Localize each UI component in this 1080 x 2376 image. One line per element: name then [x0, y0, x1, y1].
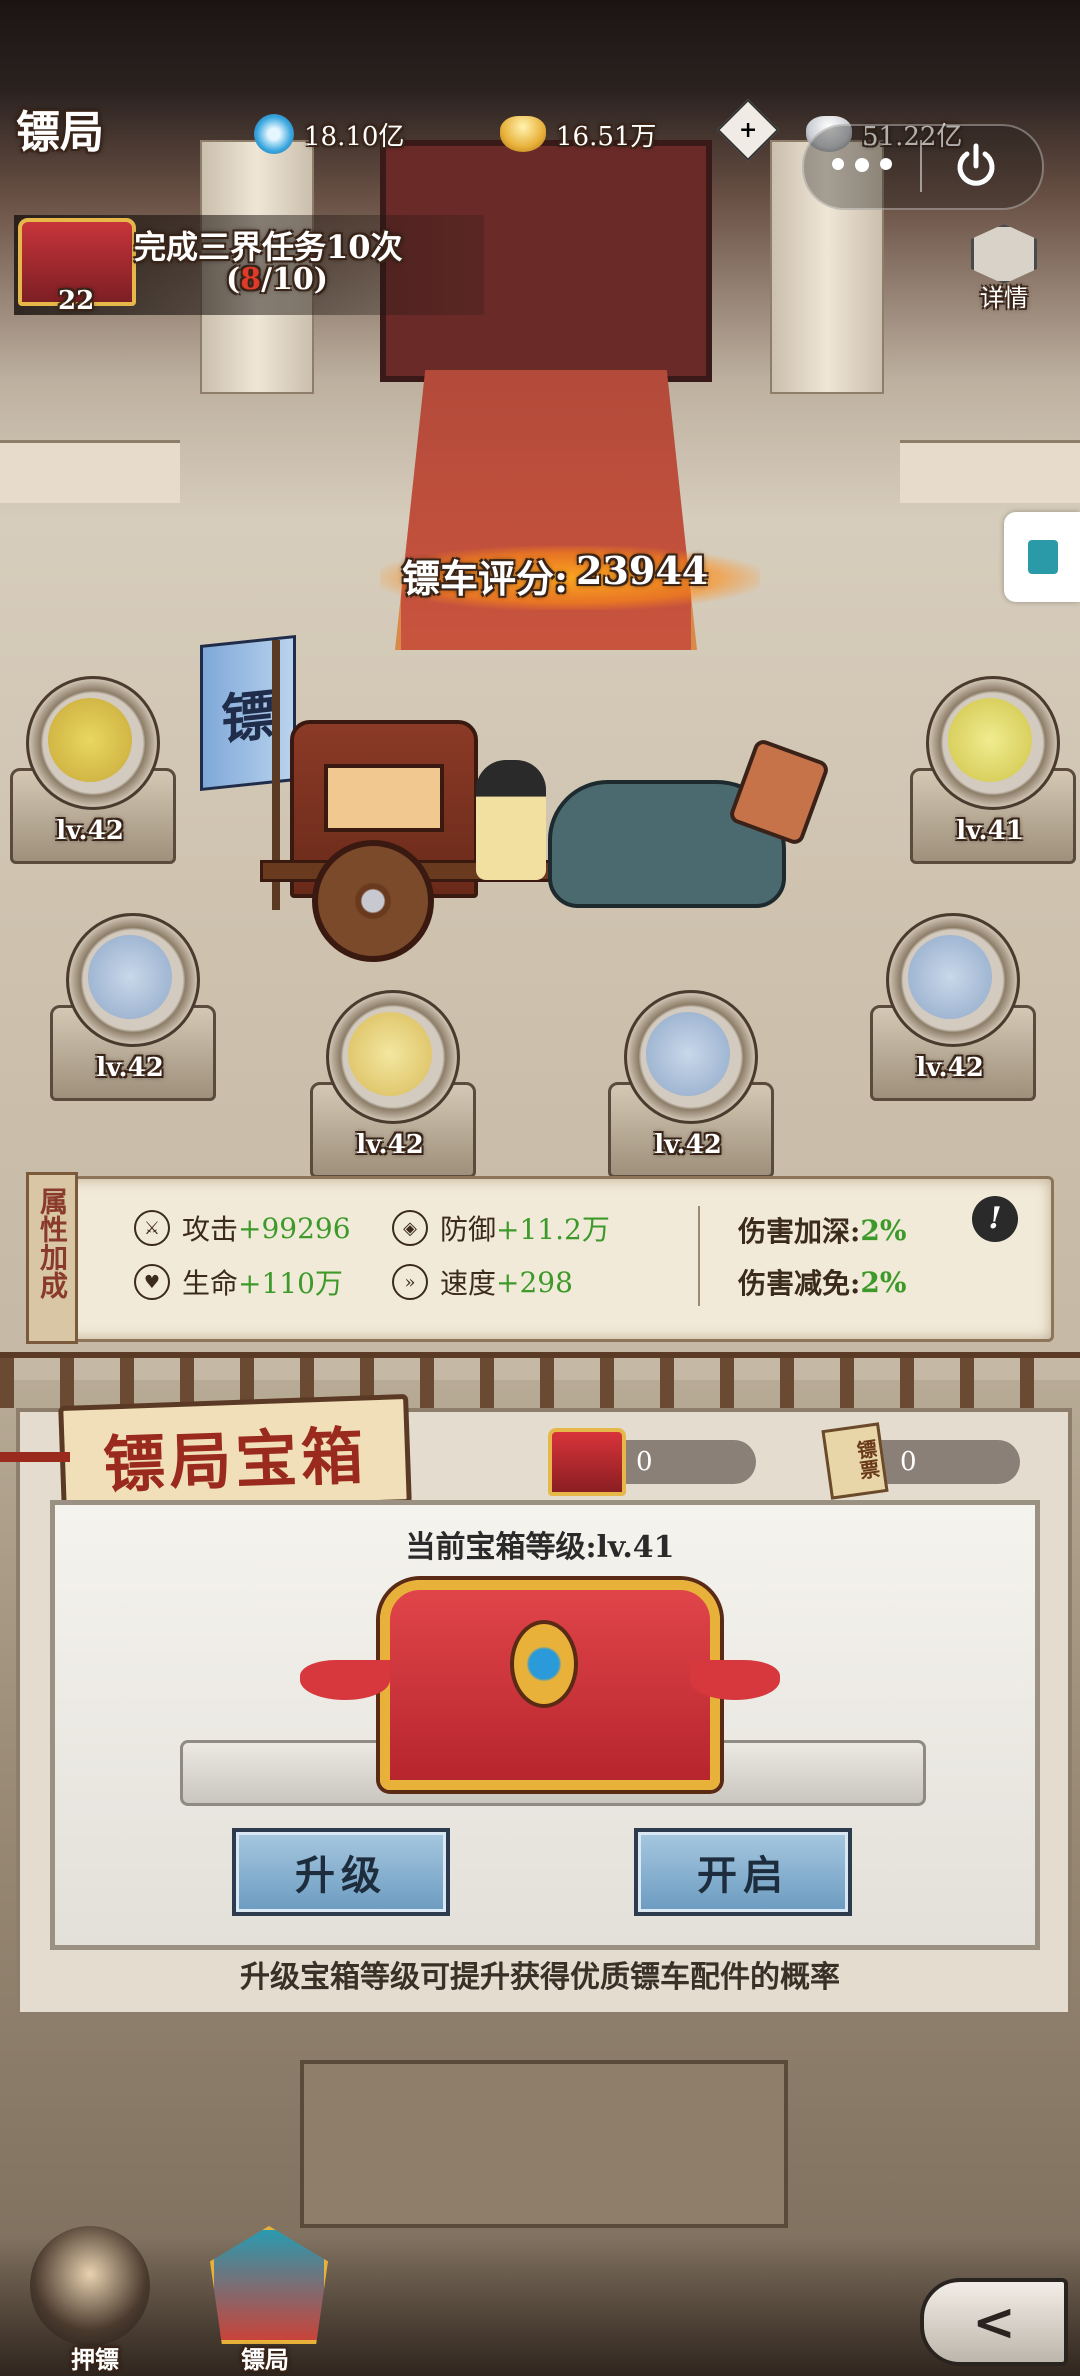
chest-gem — [510, 1620, 578, 1708]
horse-armor-icon — [48, 698, 132, 782]
stat-speed: » 速度 +298 — [392, 1262, 573, 1302]
slot-level: lv.42 — [96, 1053, 164, 1083]
currency-gold-value: 16.51万 — [556, 121, 657, 152]
floor-panel — [300, 2060, 788, 2228]
nav-escort-label: 押镖 — [71, 2345, 119, 2374]
spirit-orb-icon — [254, 114, 294, 154]
stone-rail-right — [900, 440, 1080, 503]
cart-score: 镖车评分: 23944 — [402, 548, 709, 601]
heart-icon: ♥ — [134, 1264, 170, 1300]
more-menu-button[interactable] — [832, 158, 892, 174]
chest-title: 镖局宝箱 — [101, 1419, 369, 1502]
slot-level: lv.41 — [956, 816, 1024, 846]
attribute-side-tab: 属性加成 — [26, 1172, 78, 1344]
chest-title-plaque: 镖局宝箱 — [58, 1393, 412, 1517]
currency-spirit[interactable]: 18.10亿 — [254, 108, 404, 160]
task-progress: (8/10) — [226, 262, 328, 297]
wheel-icon — [312, 840, 434, 962]
shield-icon — [971, 224, 1037, 284]
open-button[interactable]: 开启 — [634, 1828, 852, 1916]
task-chest-level: 22 — [58, 286, 95, 316]
side-float-button[interactable] — [1004, 512, 1080, 602]
chest-count: 0 — [636, 1447, 653, 1477]
page-title: 镖局 — [16, 107, 104, 158]
escort-avatar-icon — [30, 2226, 150, 2346]
nav-agency[interactable]: 镖局 — [180, 2206, 350, 2376]
chest-hint: 升级宝箱等级可提升获得优质镖车配件的概率 — [240, 1960, 840, 1995]
flag-icon: 镖 — [200, 634, 296, 792]
slot-carriage[interactable]: lv.42 — [40, 905, 220, 1105]
mini-program-capsule — [802, 124, 1044, 210]
banner-part-icon — [646, 1012, 730, 1096]
chest-ribbon-right — [690, 1660, 780, 1700]
small-chest-icon — [548, 1428, 626, 1496]
slot-wheel[interactable]: lv.42 — [300, 982, 480, 1182]
robot-icon — [1028, 540, 1058, 574]
slot-level: lv.42 — [56, 816, 124, 846]
attribute-bonus-panel — [26, 1176, 1054, 1342]
chest-level-text: 当前宝箱等级:lv.41 — [405, 1530, 675, 1565]
wooden-fence — [0, 1352, 1080, 1408]
carriage-part-icon — [88, 935, 172, 1019]
carriage-window — [324, 764, 444, 832]
currency-gold[interactable]: 16.51万 — [500, 108, 656, 160]
nav-escort[interactable]: 押镖 — [10, 2206, 180, 2376]
stat-attack: ⚔ 攻击 +99296 — [134, 1208, 351, 1248]
slot-level: lv.42 — [356, 1130, 424, 1160]
stat-hp: ♥ 生命 +110万 — [134, 1262, 343, 1302]
slot-level: lv.42 — [916, 1053, 984, 1083]
capsule-divider — [920, 140, 922, 192]
red-ribbon — [0, 1452, 70, 1462]
detail-button[interactable]: 详情 — [968, 224, 1040, 312]
slot-horse-gear[interactable]: lv.42 — [0, 668, 180, 868]
slot-escort[interactable]: lv.42 — [860, 905, 1040, 1105]
upgrade-button[interactable]: 升级 — [232, 1828, 450, 1916]
treasure-chest-icon[interactable] — [380, 1580, 720, 1790]
defense-icon: ◈ — [392, 1210, 428, 1246]
speed-icon: » — [392, 1264, 428, 1300]
stat-damage-deepen: 伤害加深: 2% — [738, 1213, 907, 1249]
info-icon[interactable]: ! — [972, 1196, 1018, 1242]
attack-icon: ⚔ — [134, 1210, 170, 1246]
power-icon[interactable] — [952, 142, 996, 186]
chest-ribbon-left — [300, 1660, 390, 1700]
stat-damage-reduce: 伤害减免: 2% — [738, 1265, 907, 1301]
nav-agency-label: 镖局 — [241, 2345, 289, 2374]
gold-ingot-icon — [500, 116, 546, 152]
blade-icon — [948, 698, 1032, 782]
agency-building-icon — [210, 2226, 328, 2344]
escort-character — [476, 760, 546, 880]
ticket-icon: 镖票 — [821, 1422, 889, 1500]
attribute-side-label: 属性加成 — [36, 1187, 69, 1299]
stat-defense: ◈ 防御 +11.2万 — [392, 1208, 610, 1248]
back-arrow-icon[interactable]: < — [920, 2278, 1068, 2366]
escort-portrait-icon — [908, 935, 992, 1019]
slot-blade[interactable]: lv.41 — [900, 668, 1080, 868]
stone-rail-left — [0, 440, 180, 503]
slot-banner[interactable]: lv.42 — [598, 982, 778, 1182]
stat-divider — [698, 1206, 700, 1306]
wheel-part-icon — [348, 1012, 432, 1096]
slot-level: lv.42 — [654, 1130, 722, 1160]
ticket-count: 0 — [900, 1447, 917, 1477]
currency-spirit-value: 18.10亿 — [304, 121, 405, 152]
